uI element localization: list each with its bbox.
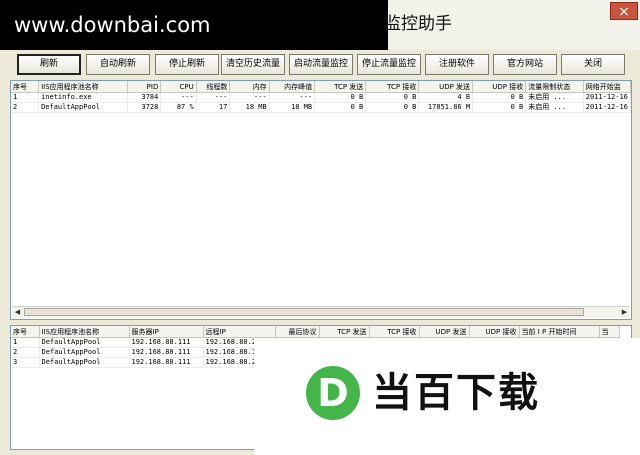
refresh-button[interactable]: 刷新 (17, 54, 81, 75)
cell: --- (196, 92, 231, 103)
col-udp-send[interactable]: UDP 发送 (419, 326, 470, 338)
cell: DefaultAppPool (39, 337, 130, 348)
col-udp-recv[interactable]: UDP 接收 (469, 326, 520, 338)
table-row[interactable]: 1 inetinfo.exe 3784 --- --- --- --- 0 B … (11, 92, 631, 103)
logo-letter: D (317, 371, 349, 415)
cell: DefaultAppPool (39, 357, 130, 368)
col-start-time[interactable]: 网络开始监 (583, 81, 631, 93)
col-ip-start-time[interactable]: 当前 I P 开始时间 (519, 326, 600, 338)
cell: 未启用 ... (525, 92, 584, 103)
cell: 0 B (472, 102, 527, 113)
cell: --- (269, 92, 316, 103)
cell: 0 B (314, 102, 367, 113)
cell: 1 (11, 92, 40, 103)
auto-refresh-button[interactable]: 自动刷新 (86, 54, 150, 75)
clear-history-button[interactable]: 清空历史流量 (221, 54, 285, 75)
logo-text: 当百下载 (372, 370, 540, 416)
watermark-overlay: www.downbai.com (0, 0, 388, 50)
col-remote-ip[interactable]: 远程IP (203, 326, 276, 338)
cell: 3728 (127, 102, 162, 113)
col-tcp-recv[interactable]: TCP 接收 (369, 326, 420, 338)
col-cpu[interactable]: CPU (160, 81, 197, 93)
cell: inetinfo.exe (38, 92, 128, 103)
website-button[interactable]: 官方网站 (493, 54, 557, 75)
cell: 3 (11, 357, 40, 368)
stop-monitor-button[interactable]: 停止流量监控 (357, 54, 421, 75)
stop-refresh-button[interactable]: 停止刷新 (155, 54, 219, 75)
col-tcp-recv[interactable]: TCP 接收 (365, 81, 420, 93)
cell: 192.168.88.111 (129, 347, 204, 358)
window-title: 监控助手 (384, 14, 452, 34)
col-tcp-send[interactable]: TCP 发送 (319, 326, 370, 338)
col-more[interactable]: 当 (599, 326, 620, 338)
col-threads[interactable]: 线程数 (196, 81, 231, 93)
col-server-ip[interactable]: 服务器IP (129, 326, 204, 338)
col-memory-peak[interactable]: 内存峰值 (269, 81, 316, 93)
cell: 2 (11, 102, 40, 113)
watermark-banner: D 当百下载 (254, 338, 640, 455)
cell: 18 MB (269, 102, 316, 113)
cell: 1 (11, 337, 40, 348)
horizontal-scrollbar[interactable]: ◀ ▶ (12, 306, 630, 318)
cell: 0 B (314, 92, 367, 103)
table-row[interactable]: 2 DefaultAppPool 3728 87 % 17 18 MB 18 M… (11, 102, 631, 113)
col-pool-name[interactable]: IIS应用程序池名称 (39, 326, 130, 338)
pool-table-header: 序号 IIS应用程序池名称 PID CPU 线程数 内存 内存峰值 TCP 发送… (11, 81, 631, 93)
cell: 192.168.88.111 (129, 337, 204, 348)
cell: 18 MB (229, 102, 270, 113)
cell: 未启用 ... (525, 102, 584, 113)
cell: 0 B (365, 92, 420, 103)
col-memory[interactable]: 内存 (229, 81, 270, 93)
cell: 17 (196, 102, 231, 113)
col-index[interactable]: 序号 (11, 81, 40, 93)
col-udp-send[interactable]: UDP 发送 (418, 81, 474, 93)
cell: DefaultAppPool (38, 102, 128, 113)
connection-table-header: 序号 IIS应用程序池名称 服务器IP 远程IP 最后协议 TCP 发送 TCP… (11, 326, 620, 338)
col-index[interactable]: 序号 (11, 326, 40, 338)
col-last-protocol[interactable]: 最后协议 (275, 326, 320, 338)
cell: 87 % (160, 102, 197, 113)
cell: DefaultAppPool (39, 347, 130, 358)
cell: 2 (11, 347, 40, 358)
scroll-right-icon[interactable]: ▶ (619, 307, 630, 318)
cell: 2011-12-16 (583, 102, 631, 113)
cell: 192.168.88.111 (129, 357, 204, 368)
col-tcp-send[interactable]: TCP 发送 (314, 81, 367, 93)
cell: --- (160, 92, 197, 103)
toolbar: 刷新 自动刷新 停止刷新 清空历史流量 启动流量监控 停止流量监控 注册软件 官… (0, 50, 640, 78)
cell: 0 B (365, 102, 420, 113)
col-pool-name[interactable]: IIS应用程序池名称 (38, 81, 128, 93)
close-button[interactable]: 关闭 (561, 54, 625, 75)
pool-table[interactable]: 序号 IIS应用程序池名称 PID CPU 线程数 内存 内存峰值 TCP 发送… (10, 80, 632, 320)
col-limit-status[interactable]: 流量限制状态 (525, 81, 584, 93)
cell: 2011-12-16 (583, 92, 631, 103)
col-pid[interactable]: PID (127, 81, 162, 93)
cell: 4 B (418, 92, 474, 103)
scroll-left-icon[interactable]: ◀ (12, 307, 23, 318)
window-close-button[interactable]: × (610, 2, 638, 20)
register-button[interactable]: 注册软件 (425, 54, 489, 75)
scroll-thumb[interactable] (24, 308, 584, 316)
cell: --- (229, 92, 270, 103)
title-bar: www.downbai.com 监控助手 × (0, 0, 640, 51)
cell: 0 B (472, 92, 527, 103)
start-monitor-button[interactable]: 启动流量监控 (289, 54, 353, 75)
cell: 17851.86 M (418, 102, 474, 113)
col-udp-recv[interactable]: UDP 接收 (472, 81, 527, 93)
cell: 3784 (127, 92, 162, 103)
